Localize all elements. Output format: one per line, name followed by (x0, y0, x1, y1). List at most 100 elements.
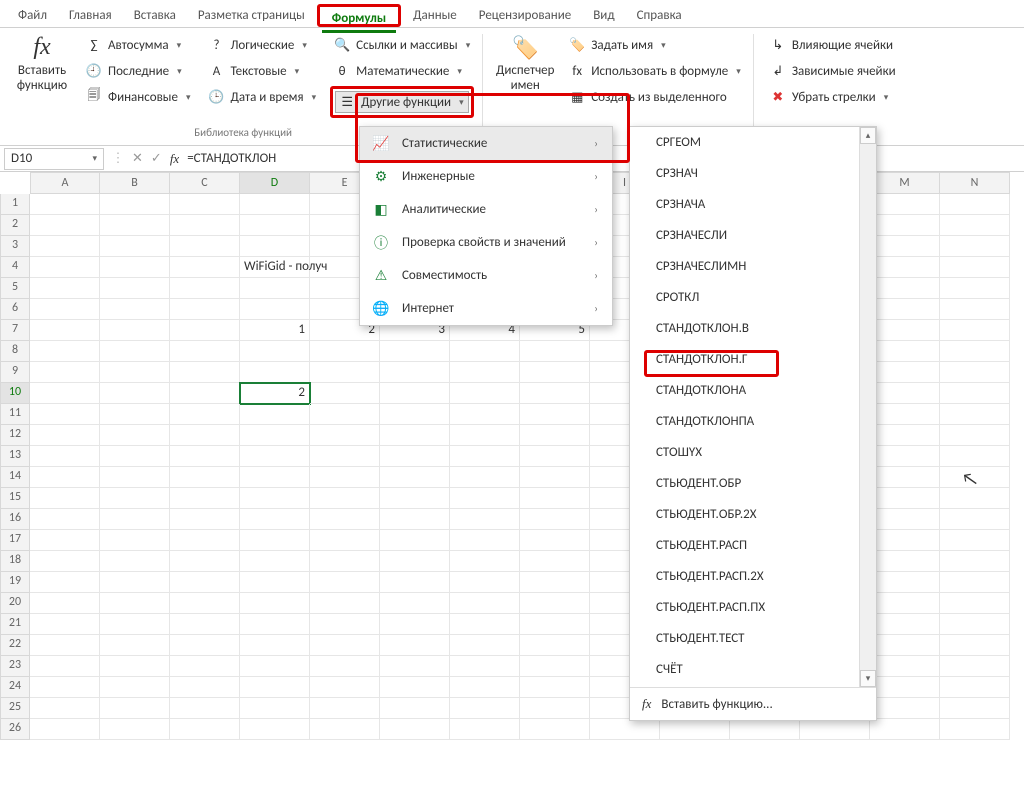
cell[interactable] (310, 635, 380, 656)
tab-insert[interactable]: Вставка (124, 4, 186, 27)
cell[interactable] (450, 341, 520, 362)
cell[interactable] (520, 614, 590, 635)
cell[interactable] (170, 656, 240, 677)
cell[interactable] (450, 677, 520, 698)
cell[interactable] (870, 698, 940, 719)
cell[interactable] (450, 635, 520, 656)
cell[interactable] (100, 698, 170, 719)
function-item[interactable]: СТАНДОТКЛОН.В (630, 313, 876, 344)
cell[interactable] (30, 278, 100, 299)
autosum-button[interactable]: ∑Автосумма▾ (82, 34, 194, 56)
cell[interactable] (240, 530, 310, 551)
cell[interactable] (310, 509, 380, 530)
cell[interactable] (310, 425, 380, 446)
menu-item-compatibility[interactable]: ⚠Совместимость› (360, 259, 612, 292)
cell[interactable]: 1 (240, 320, 310, 341)
cell[interactable] (870, 509, 940, 530)
cell[interactable] (240, 362, 310, 383)
tab-layout[interactable]: Разметка страницы (188, 4, 315, 27)
function-item[interactable]: СРЗНАЧЕСЛИ (630, 220, 876, 251)
cell[interactable] (870, 656, 940, 677)
fx-icon[interactable]: fx (170, 151, 179, 167)
cell[interactable] (590, 719, 660, 740)
cell[interactable] (100, 572, 170, 593)
cell[interactable] (520, 341, 590, 362)
scroll-down-button[interactable]: ▾ (860, 670, 876, 687)
cell[interactable] (310, 677, 380, 698)
cell[interactable] (240, 341, 310, 362)
cell[interactable] (240, 278, 310, 299)
menu-item-web[interactable]: 🌐Интернет› (360, 292, 612, 325)
cell[interactable] (450, 656, 520, 677)
cell[interactable] (450, 719, 520, 740)
cell[interactable] (100, 446, 170, 467)
cell[interactable] (170, 614, 240, 635)
cell[interactable] (170, 698, 240, 719)
cell[interactable] (310, 593, 380, 614)
cell[interactable] (170, 320, 240, 341)
cell[interactable] (520, 467, 590, 488)
column-header[interactable]: D (240, 172, 310, 194)
function-item[interactable]: СТОШYX (630, 437, 876, 468)
row-header[interactable]: 1 (0, 194, 30, 215)
cell[interactable] (100, 194, 170, 215)
cell[interactable] (240, 467, 310, 488)
cell[interactable] (170, 362, 240, 383)
cell[interactable] (310, 551, 380, 572)
cell[interactable] (520, 509, 590, 530)
function-item[interactable]: СТЬЮДЕНТ.РАСП (630, 530, 876, 561)
function-item[interactable]: СТЬЮДЕНТ.ОБР (630, 468, 876, 499)
cell[interactable] (310, 467, 380, 488)
scroll-up-button[interactable]: ▴ (860, 127, 876, 144)
cell[interactable] (940, 278, 1010, 299)
cell[interactable] (170, 404, 240, 425)
cell[interactable] (30, 467, 100, 488)
cell[interactable] (100, 299, 170, 320)
cell[interactable] (380, 383, 450, 404)
datetime-button[interactable]: 🕒Дата и время▾ (204, 86, 320, 108)
cell[interactable] (170, 572, 240, 593)
formula-input[interactable]: =СТАНДОТКЛОН (187, 151, 276, 166)
cell[interactable] (450, 572, 520, 593)
cell[interactable] (100, 467, 170, 488)
cell[interactable] (170, 257, 240, 278)
cell[interactable] (520, 656, 590, 677)
cell[interactable] (450, 404, 520, 425)
function-item[interactable]: СЧЁТЕСЛИ (630, 685, 876, 687)
cell[interactable] (940, 656, 1010, 677)
cell[interactable] (240, 299, 310, 320)
cell[interactable] (450, 383, 520, 404)
cell[interactable] (310, 446, 380, 467)
trace-precedents-button[interactable]: ↳Влияющие ячейки (766, 34, 900, 56)
cell[interactable] (170, 509, 240, 530)
cell[interactable] (170, 677, 240, 698)
cell[interactable] (520, 635, 590, 656)
recent-button[interactable]: 🕘Последние▾ (82, 60, 194, 82)
cell[interactable] (240, 656, 310, 677)
cell[interactable] (240, 194, 310, 215)
row-header[interactable]: 13 (0, 446, 30, 467)
cell[interactable] (30, 299, 100, 320)
cell[interactable] (940, 698, 1010, 719)
cell[interactable] (520, 425, 590, 446)
cell[interactable] (870, 614, 940, 635)
cell[interactable] (30, 404, 100, 425)
row-header[interactable]: 10 (0, 383, 30, 404)
cell[interactable] (170, 530, 240, 551)
cell[interactable] (30, 719, 100, 740)
cell[interactable] (380, 551, 450, 572)
function-item[interactable]: СРГЕОМ (630, 127, 876, 158)
cell[interactable] (870, 278, 940, 299)
row-header[interactable]: 20 (0, 593, 30, 614)
cell[interactable] (310, 404, 380, 425)
cell[interactable] (100, 341, 170, 362)
math-button[interactable]: θМатематические▾ (330, 60, 474, 82)
tab-file[interactable]: Файл (8, 4, 57, 27)
cell[interactable] (30, 257, 100, 278)
name-manager-button[interactable]: 🏷️ Диспетчер имен (495, 34, 555, 108)
cell[interactable] (310, 572, 380, 593)
cell[interactable] (100, 719, 170, 740)
cell[interactable] (240, 215, 310, 236)
cell[interactable] (100, 551, 170, 572)
cell[interactable] (940, 362, 1010, 383)
